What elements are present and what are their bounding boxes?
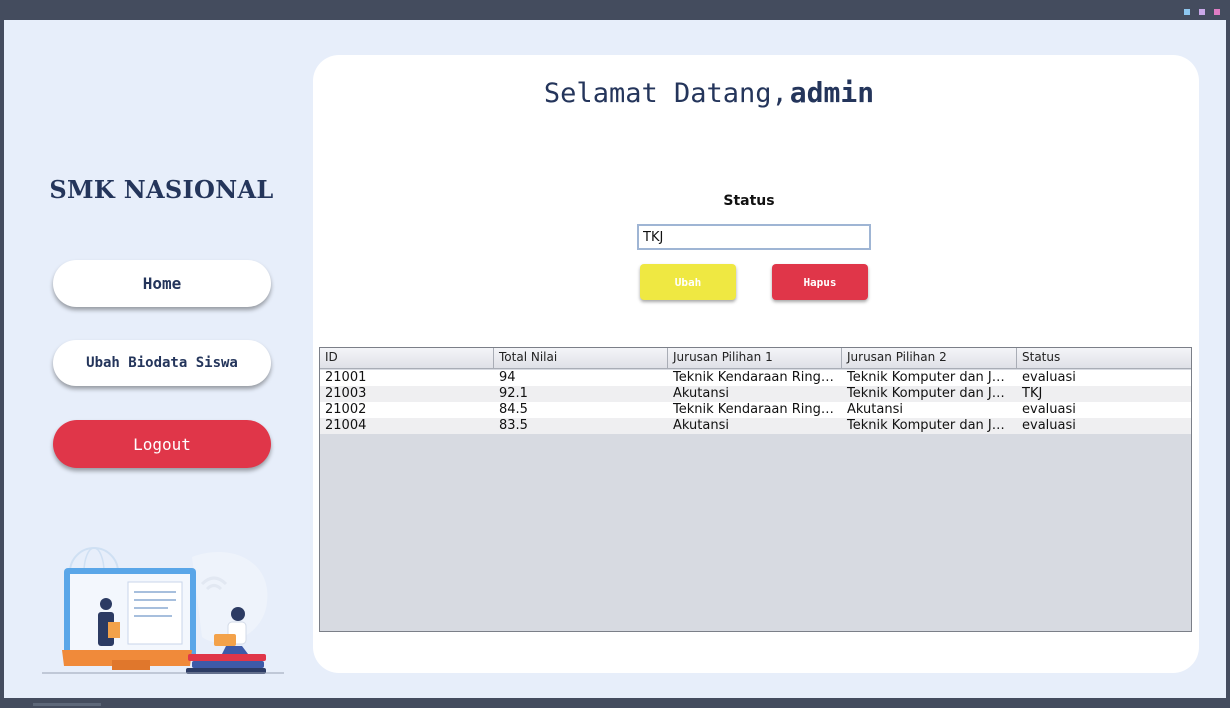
table-row[interactable]: 21002 84.5 Teknik Kendaraan Ringan Akuta… [320, 402, 1191, 418]
taskbar-tab[interactable] [33, 703, 101, 706]
column-header[interactable]: ID [320, 348, 494, 368]
close-icon[interactable] [1214, 9, 1220, 15]
table-header: ID Total Nilai Jurusan Pilihan 1 Jurusan… [320, 348, 1191, 369]
table-row[interactable]: 21004 83.5 Akutansi Teknik Komputer dan … [320, 418, 1191, 434]
table-cell: evaluasi [1022, 370, 1076, 385]
table-cell: 21001 [325, 370, 367, 385]
welcome-text: Selamat Datang, [543, 78, 788, 109]
school-brand: SMK NASIONAL [49, 175, 274, 204]
status-input[interactable] [637, 224, 871, 250]
username-label: admin [789, 76, 875, 109]
table-cell: 21003 [325, 386, 367, 401]
table-cell: Akutansi [673, 418, 729, 433]
table-cell: Teknik Kendaraan Ringan [673, 370, 838, 385]
table-cell: 21002 [325, 402, 367, 417]
hapus-button[interactable]: Hapus [772, 264, 868, 300]
main-panel: Selamat Datang,admin Status Ubah Hapus I… [313, 55, 1199, 673]
table-cell: Teknik Komputer dan Jar... [847, 370, 1017, 385]
status-label: Status [723, 193, 775, 209]
table-cell: Teknik Komputer dan Jar... [847, 386, 1017, 401]
logout-button[interactable]: Logout [53, 420, 271, 468]
table-cell: 92.1 [499, 386, 528, 401]
student-table[interactable]: ID Total Nilai Jurusan Pilihan 1 Jurusan… [319, 347, 1192, 632]
table-cell: 84.5 [499, 402, 528, 417]
edit-biodata-button[interactable]: Ubah Biodata Siswa [53, 340, 271, 386]
window-titlebar [0, 0, 1230, 20]
app-window: SMK NASIONAL Home Ubah Biodata Siswa Log… [4, 20, 1226, 698]
table-cell: 94 [499, 370, 516, 385]
education-illustration-icon [42, 547, 284, 674]
column-header[interactable]: Total Nilai [494, 348, 668, 368]
table-cell: evaluasi [1022, 418, 1076, 433]
table-row[interactable]: 21001 94 Teknik Kendaraan Ringan Teknik … [320, 370, 1191, 386]
table-cell: 21004 [325, 418, 367, 433]
table-cell: evaluasi [1022, 402, 1076, 417]
table-cell: 83.5 [499, 418, 528, 433]
table-cell: TKJ [1022, 386, 1043, 401]
table-cell: Akutansi [847, 402, 903, 417]
home-button[interactable]: Home [53, 260, 271, 307]
minimize-icon[interactable] [1184, 9, 1190, 15]
welcome-heading: Selamat Datang,admin [313, 76, 1105, 109]
column-header[interactable]: Jurusan Pilihan 1 [668, 348, 842, 368]
taskbar [0, 698, 1230, 708]
table-cell: Teknik Komputer dan Jar... [847, 418, 1017, 433]
ubah-button[interactable]: Ubah [640, 264, 736, 300]
table-cell: Akutansi [673, 386, 729, 401]
column-header[interactable]: Status [1017, 348, 1191, 368]
table-cell: Teknik Kendaraan Ringan [673, 402, 838, 417]
table-body: 21001 94 Teknik Kendaraan Ringan Teknik … [320, 370, 1191, 434]
column-header[interactable]: Jurusan Pilihan 2 [842, 348, 1017, 368]
table-row[interactable]: 21003 92.1 Akutansi Teknik Komputer dan … [320, 386, 1191, 402]
maximize-icon[interactable] [1199, 9, 1205, 15]
